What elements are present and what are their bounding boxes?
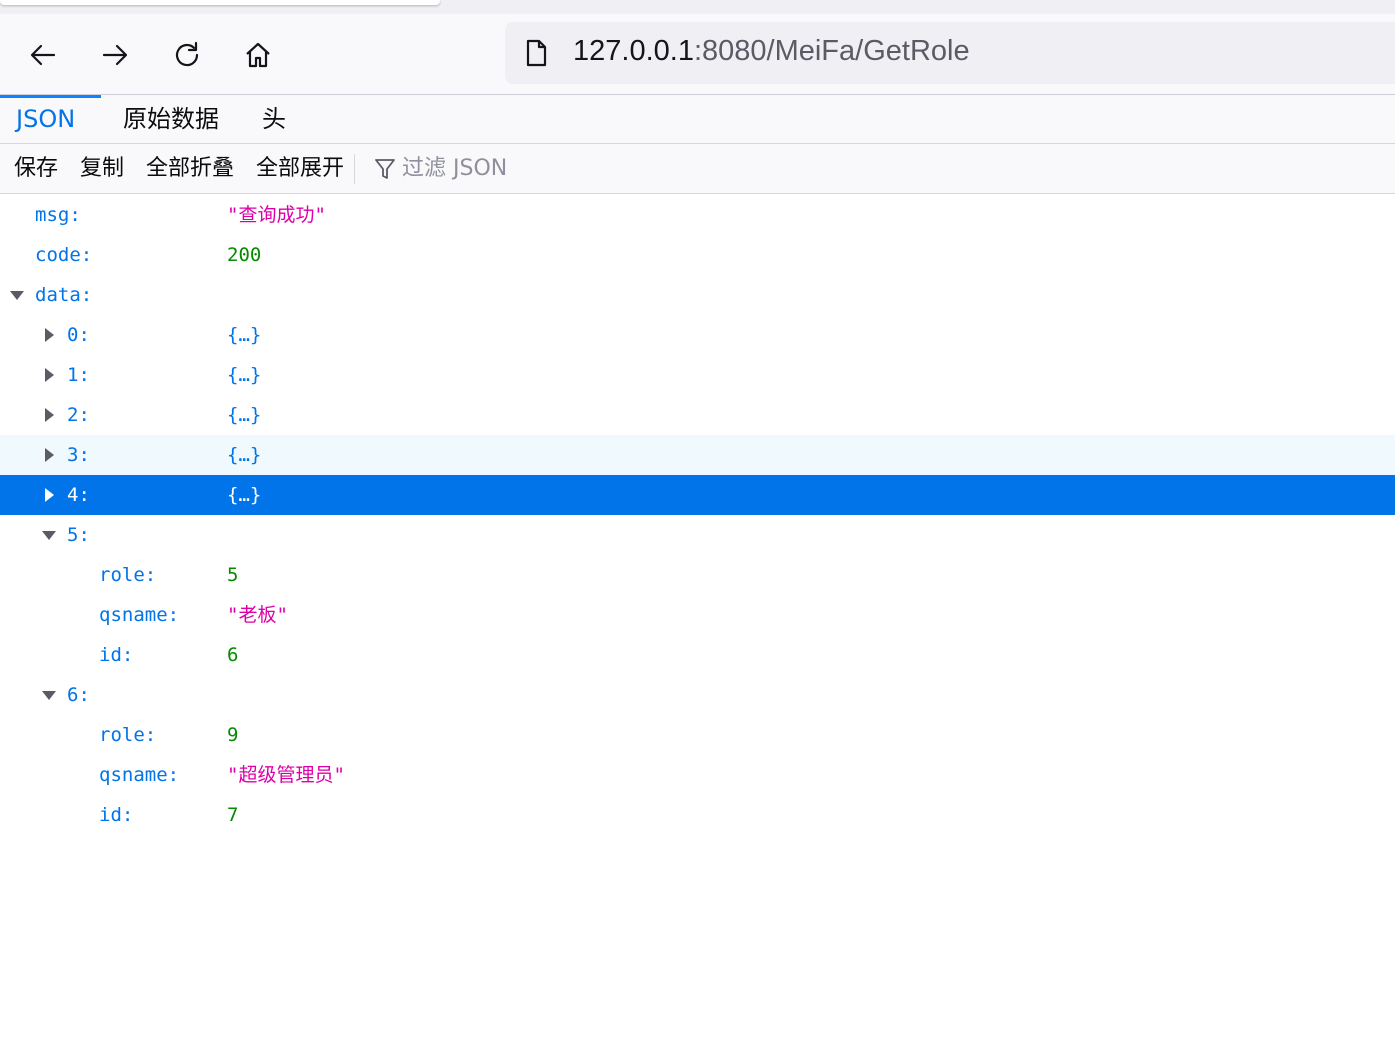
arrow-right-icon [102,44,128,66]
expand-toggle[interactable] [39,355,59,395]
tree-key: id: [99,644,134,666]
tree-key: 3: [67,444,90,466]
expand-toggle[interactable] [39,515,59,555]
tree-value-number: 5 [227,564,239,586]
caret-right-icon [45,408,54,422]
address-bar[interactable]: 127.0.0.1:8080/MeiFa/GetRole [505,22,1395,84]
caret-right-icon [45,488,54,502]
tree-key: 5: [67,524,90,546]
url-text: 127.0.0.1:8080/MeiFa/GetRole [573,35,970,68]
collapse-all-button[interactable]: 全部折叠 [146,144,234,193]
tree-row-item-5[interactable]: 5: [0,515,1395,555]
expand-toggle[interactable] [39,315,59,355]
tree-row-item-3[interactable]: 3: {…} [0,435,1395,475]
home-button[interactable] [237,34,279,76]
expand-all-button[interactable]: 全部展开 [256,144,344,193]
caret-down-icon [42,531,56,540]
expand-toggle[interactable] [39,435,59,475]
tree-row-item-0[interactable]: 0: {…} [0,315,1395,355]
tree-key: qsname: [99,604,180,626]
expand-toggle[interactable] [39,395,59,435]
tree-row-item-2[interactable]: 2: {…} [0,395,1395,435]
home-icon [246,42,270,68]
tree-key: role: [99,564,157,586]
json-toolbar: 保存 复制 全部折叠 全部展开 过滤 JSON [0,144,1395,194]
tree-row-id[interactable]: id: 6 [0,635,1395,675]
caret-right-icon [45,368,54,382]
tree-row-code[interactable]: code: 200 [0,235,1395,275]
copy-button[interactable]: 复制 [80,144,124,193]
tree-key: 2: [67,404,90,426]
tree-value-string: "老板" [227,604,288,626]
filter-json-input[interactable]: 过滤 JSON [372,144,972,193]
caret-down-icon [42,691,56,700]
tree-value-object: {…} [227,324,262,346]
url-host: 127.0.0.1 [573,35,694,67]
tree-value-number: 9 [227,724,239,746]
tab-raw-data[interactable]: 原始数据 [123,95,219,143]
page-icon [526,39,547,67]
reload-button[interactable] [166,34,208,76]
navigation-bar: 127.0.0.1:8080/MeiFa/GetRole [0,14,1395,95]
tree-row-item-4[interactable]: 4: {…} [0,475,1395,515]
tab-json[interactable]: JSON [0,95,102,143]
json-viewer-tabs: JSON 原始数据 头 [0,95,1395,144]
tree-value-object: {…} [227,484,262,506]
url-path: :8080/MeiFa/GetRole [693,35,970,67]
tree-value-object: {…} [227,404,262,426]
tree-row-item-1[interactable]: 1: {…} [0,355,1395,395]
caret-right-icon [45,328,54,342]
tree-value-number: 7 [227,804,239,826]
tab-headers[interactable]: 头 [262,95,286,143]
tree-row-msg[interactable]: msg: "查询成功" [0,195,1395,235]
arrow-left-icon [30,44,56,66]
tab-strip [0,0,1395,14]
active-browser-tab[interactable] [0,0,440,5]
tree-value-string: "超级管理员" [227,764,345,786]
json-tree: msg: "查询成功" code: 200 data: 0: {…} 1: {…… [0,195,1395,835]
tree-value-object: {…} [227,364,262,386]
tree-key: qsname: [99,764,180,786]
forward-button[interactable] [94,34,136,76]
save-button[interactable]: 保存 [14,144,58,193]
tree-row-qsname[interactable]: qsname: "超级管理员" [0,755,1395,795]
tree-value-string: "查询成功" [227,204,326,226]
expand-toggle[interactable] [7,275,27,315]
tree-key: 6: [67,684,90,706]
toolbar-divider [354,154,355,184]
tree-row-role[interactable]: role: 5 [0,555,1395,595]
filter-placeholder: 过滤 JSON [402,156,508,181]
filter-icon [375,159,395,179]
reload-icon [175,41,199,67]
tree-key: id: [99,804,134,826]
tree-key: 1: [67,364,90,386]
tree-key: msg: [35,204,81,226]
tree-row-data[interactable]: data: [0,275,1395,315]
tree-value-object: {…} [227,444,262,466]
tree-key: 4: [67,484,90,506]
tree-key: role: [99,724,157,746]
expand-toggle[interactable] [39,475,59,515]
expand-toggle[interactable] [39,675,59,715]
caret-down-icon [10,291,24,300]
tree-key: 0: [67,324,90,346]
tree-value-number: 200 [227,244,262,266]
back-button[interactable] [22,34,64,76]
tree-value-number: 6 [227,644,239,666]
tree-row-item-6[interactable]: 6: [0,675,1395,715]
tree-key: code: [35,244,93,266]
tree-key: data: [35,284,93,306]
tree-row-id[interactable]: id: 7 [0,795,1395,835]
tree-row-qsname[interactable]: qsname: "老板" [0,595,1395,635]
tree-row-role[interactable]: role: 9 [0,715,1395,755]
caret-right-icon [45,448,54,462]
